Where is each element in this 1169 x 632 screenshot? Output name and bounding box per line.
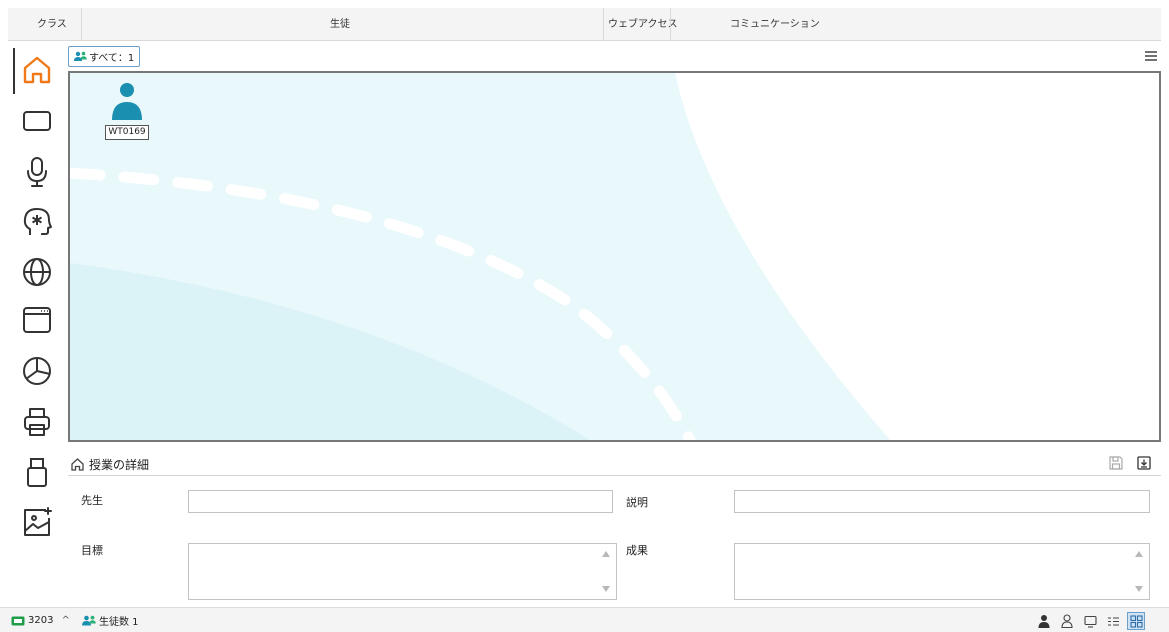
filter-all-tab[interactable]: すべて：1 <box>68 46 141 67</box>
student-avatar <box>112 83 142 120</box>
app-window: クラス 生徒 ウェブアクセス コミュニケーション すべて：1 WT0169 授業… <box>0 0 1169 632</box>
pie-chart-icon[interactable] <box>20 354 54 388</box>
details-header: 授業の詳細 <box>70 456 149 473</box>
expand-chevron-icon[interactable]: ^ <box>61 615 69 626</box>
header-web-access[interactable]: ウェブアクセス <box>608 8 678 41</box>
goal-field[interactable] <box>189 544 616 599</box>
header-students[interactable]: 生徒 <box>330 8 350 41</box>
student-id: WT0169 <box>105 125 149 140</box>
save-icon[interactable] <box>1108 455 1124 471</box>
globe-icon[interactable] <box>20 255 54 289</box>
student-count: 生徒数 1 <box>82 608 139 632</box>
student-count-label: 生徒数 1 <box>99 617 139 628</box>
details-title: 授業の詳細 <box>89 458 150 472</box>
result-textarea-wrap <box>734 543 1150 600</box>
sidebar-active-indicator <box>13 48 15 94</box>
device-count[interactable]: 3203 ^ <box>11 608 70 632</box>
microphone-icon[interactable] <box>20 155 54 189</box>
header-divider <box>603 8 604 41</box>
scroll-up-arrow[interactable] <box>602 551 610 557</box>
screen-icon[interactable] <box>20 104 54 138</box>
app-window-icon[interactable] <box>20 303 54 337</box>
header-class[interactable]: クラス <box>37 8 67 41</box>
students-icon <box>82 615 96 626</box>
description-label: 説明 <box>626 496 648 509</box>
student-tile[interactable]: WT0169 <box>104 80 150 140</box>
network-device-icon <box>11 616 25 625</box>
home-icon[interactable] <box>20 53 54 87</box>
result-label: 成果 <box>626 544 648 557</box>
device-count-label: 3203 <box>28 615 54 626</box>
image-icon[interactable] <box>20 505 54 539</box>
scroll-down-arrow[interactable] <box>1135 586 1143 592</box>
classroom-canvas[interactable]: WT0169 <box>68 71 1161 442</box>
teacher-field[interactable] <box>188 490 613 513</box>
description-field[interactable] <box>734 490 1150 513</box>
header-communication[interactable]: コミュニケーション <box>730 8 820 41</box>
column-header: クラス 生徒 ウェブアクセス コミュニケーション <box>8 8 1161 41</box>
home-icon <box>71 458 84 471</box>
export-icon[interactable] <box>1136 455 1152 471</box>
usb-drive-icon[interactable] <box>20 455 54 489</box>
scroll-up-arrow[interactable] <box>1135 551 1143 557</box>
result-field[interactable] <box>735 544 1149 599</box>
head-brain-icon[interactable] <box>20 205 54 239</box>
person-outline-icon[interactable] <box>1058 612 1076 630</box>
filter-label: すべて：1 <box>89 53 135 64</box>
monitor-icon[interactable] <box>1081 612 1099 630</box>
hamburger-menu-icon[interactable] <box>1144 49 1158 63</box>
printer-icon[interactable] <box>20 405 54 439</box>
header-divider <box>81 8 82 41</box>
person-filled-icon[interactable] <box>1035 612 1053 630</box>
goal-textarea-wrap <box>188 543 617 600</box>
grid-view-icon[interactable] <box>1127 612 1145 630</box>
header-divider <box>670 8 671 41</box>
status-bar: 3203 ^ 生徒数 1 <box>0 607 1169 632</box>
goal-label: 目標 <box>81 544 103 557</box>
list-view-icon[interactable] <box>1104 612 1122 630</box>
classroom-background <box>70 73 890 440</box>
teacher-label: 先生 <box>81 494 103 507</box>
scroll-down-arrow[interactable] <box>602 586 610 592</box>
details-divider <box>68 475 1161 476</box>
students-icon <box>74 51 87 61</box>
